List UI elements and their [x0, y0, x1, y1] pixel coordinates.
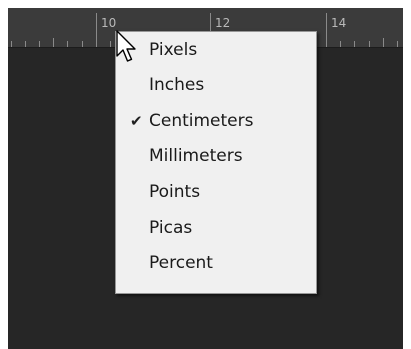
menu-item-label: Percent	[149, 253, 213, 273]
menu-item-label: Pixels	[149, 40, 198, 60]
menu-item-label: Inches	[149, 75, 205, 95]
checkmark-icon: ✔	[130, 112, 143, 130]
ruler-units-context-menu: Pixels Inches ✔ Centimeters Millimeters …	[115, 31, 317, 294]
menu-item-label: Points	[149, 182, 201, 202]
menu-item-percent[interactable]: Percent	[116, 248, 316, 278]
ruler-label: 14	[331, 16, 347, 30]
menu-item-inches[interactable]: Inches	[116, 70, 316, 100]
menu-item-points[interactable]: Points	[116, 177, 316, 207]
menu-item-picas[interactable]: Picas	[116, 213, 316, 243]
menu-item-centimeters[interactable]: ✔ Centimeters	[116, 106, 316, 136]
menu-item-label: Picas	[149, 218, 193, 238]
menu-item-millimeters[interactable]: Millimeters	[116, 141, 316, 171]
ruler-label: 12	[215, 16, 231, 30]
ruler-label: 10	[101, 16, 117, 30]
menu-item-label: Centimeters	[149, 111, 254, 131]
arrow-cursor-icon	[116, 30, 136, 62]
menu-item-label: Millimeters	[149, 146, 243, 166]
app-frame: 10 12 14 Pixels Inches ✔ Centimeters Mil…	[8, 8, 403, 349]
menu-item-pixels[interactable]: Pixels	[116, 35, 316, 65]
